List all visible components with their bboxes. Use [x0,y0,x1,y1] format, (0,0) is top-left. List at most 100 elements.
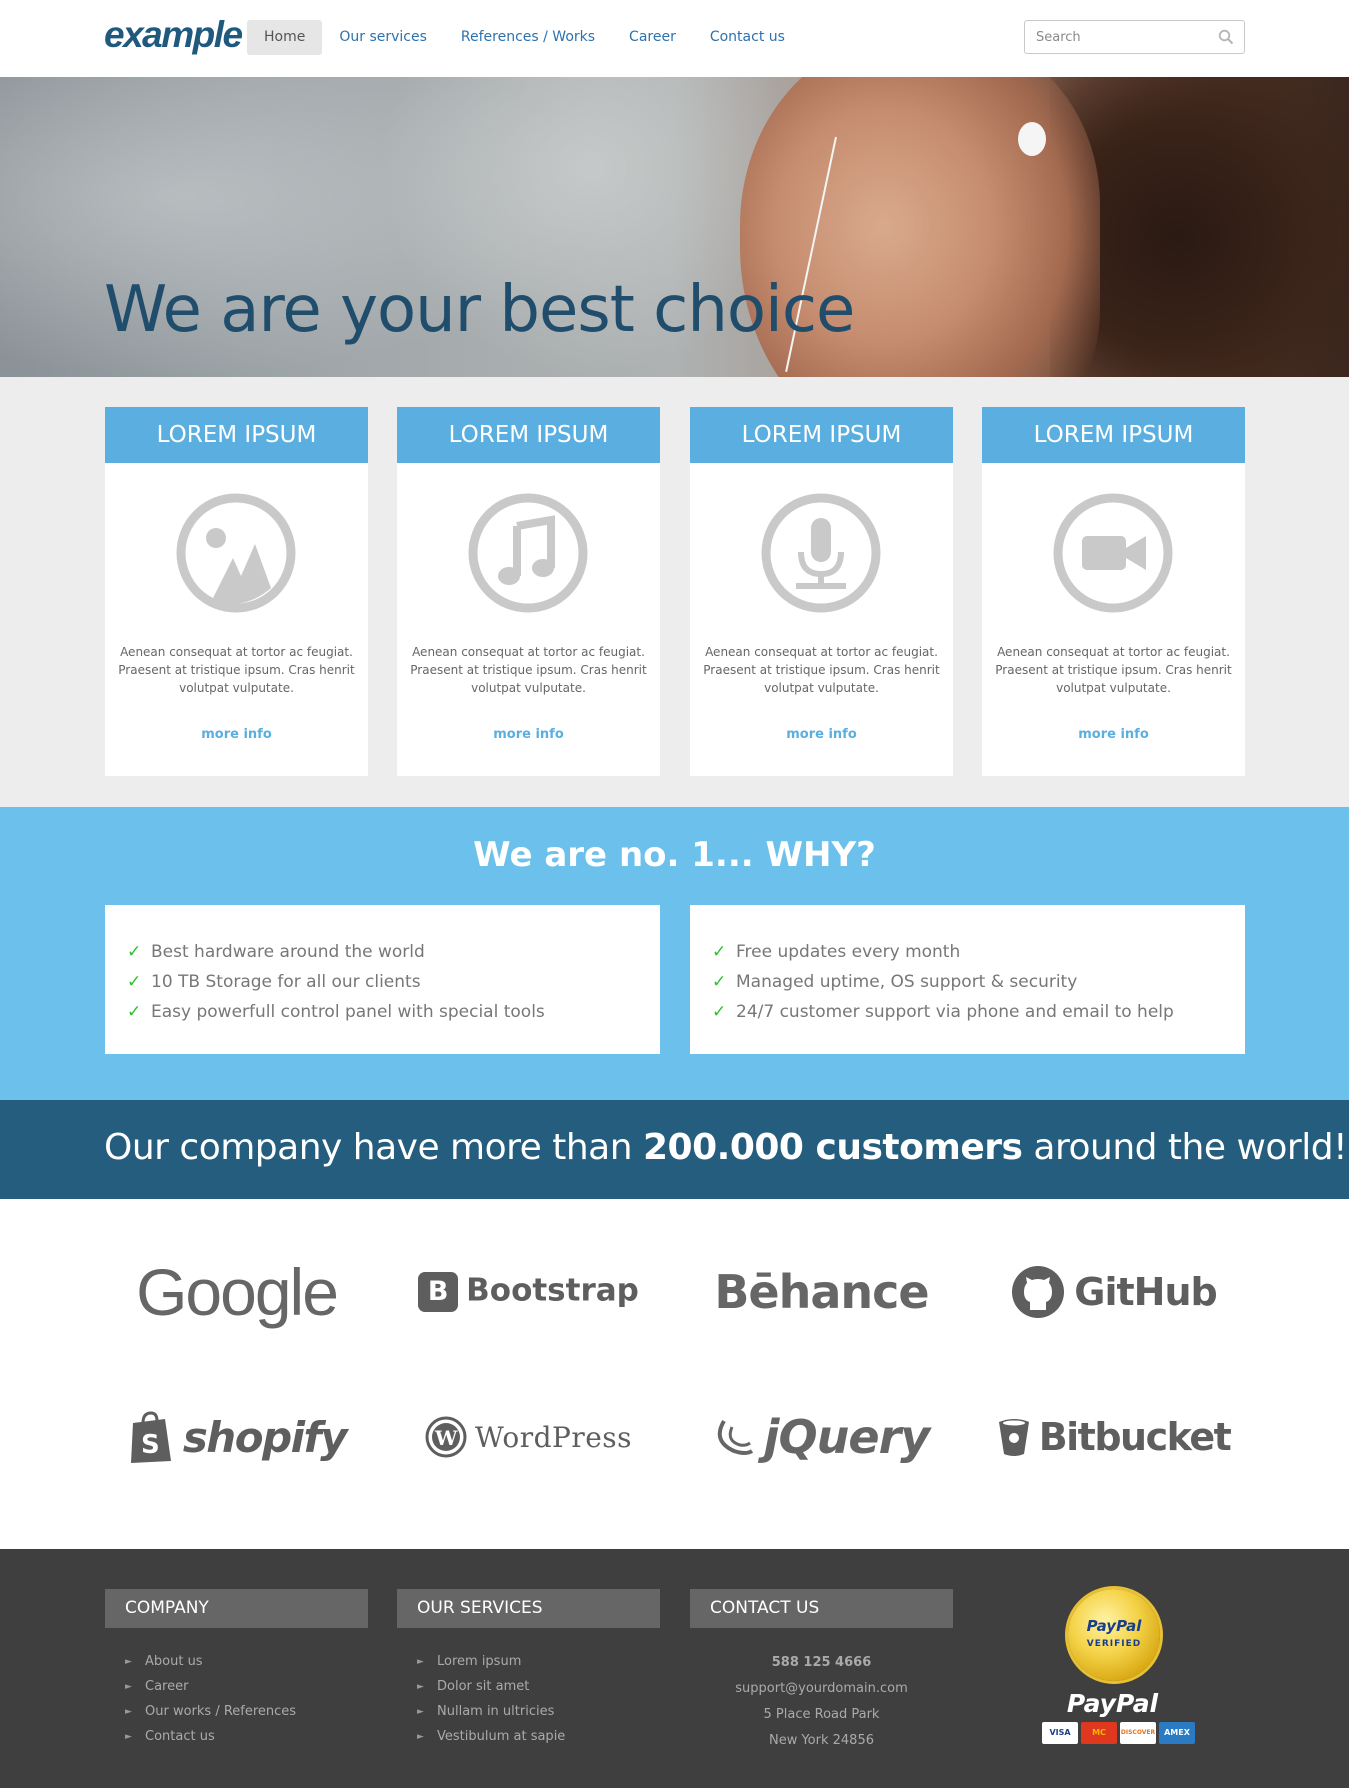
feature-card: LOREM IPSUM Aenean consequat at tortor a… [690,407,953,776]
bullet-arrow-icon: ► [125,1657,132,1667]
site-logo[interactable]: example [104,14,243,56]
nav-references-works[interactable]: References / Works [444,20,612,55]
wordpress-logo-text: WordPress [474,1420,633,1454]
google-logo: Google [105,1252,368,1332]
music-icon [468,493,588,613]
bullet-arrow-icon: ► [125,1682,132,1692]
footer-link-item: ► Dolor sit amet [417,1677,660,1702]
shopify-logo: S shopify [105,1397,368,1477]
bullet-arrow-icon: ► [417,1682,424,1692]
footer-link-item: ► About us [125,1652,368,1677]
banner-suffix: around the world! [1033,1127,1348,1168]
bootstrap-logo-text: Bootstrap [466,1272,639,1309]
footer-link-service[interactable]: Vestibulum at sapie [437,1727,565,1752]
jquery-swoosh-icon [717,1419,753,1455]
footer-services-title: OUR SERVICES [397,1589,660,1628]
client-logos: Google B Bootstrap Bēhance GitHub S shopi… [0,1199,1349,1549]
behance-logo: Bēhance [690,1252,953,1332]
check-icon: ✓ [127,972,142,992]
video-camera-icon [1053,493,1173,613]
footer-company-title: COMPANY [105,1589,368,1628]
search-box [1024,20,1245,54]
check-icon: ✓ [127,942,142,962]
site-footer: COMPANY ► About us ► Career ► Our works / R… [0,1549,1349,1788]
footer-contact: CONTACT US 588 125 4666 support@yourdoma… [690,1589,953,1754]
why-section: We are no. 1... WHY? ✓ Best hardware arou… [0,807,1349,1100]
footer-link-contact-us[interactable]: Contact us [145,1727,215,1752]
card-description: Aenean consequat at tortor ac feugiat. P… [118,645,355,695]
more-info-link[interactable]: more info [690,727,953,742]
footer-link-our-works[interactable]: Our works / References [145,1702,296,1727]
shopify-bag-icon: S [130,1411,171,1463]
behance-logo-text: Bēhance [714,1265,929,1319]
contact-address-line1: 5 Place Road Park [763,1707,880,1722]
nav-contact-us[interactable]: Contact us [693,20,802,55]
banner-text: Our company have more than 200.000 custo… [104,1127,1348,1168]
card-description: Aenean consequat at tortor ac feugiat. P… [410,645,647,695]
banner-prefix: Our company have more than [104,1127,633,1168]
site-header: example Home Our services References / W… [0,0,1349,77]
footer-link-item: ► Contact us [125,1727,368,1752]
footer-company-list: ► About us ► Career ► Our works / Reference… [105,1652,368,1752]
why-item-text: Managed uptime, OS support & security [736,972,1078,992]
jquery-logo-text: jQuery [763,1410,930,1464]
why-item-text: 10 TB Storage for all our clients [151,972,421,992]
why-title: We are no. 1... WHY? [0,835,1349,875]
footer-link-item: ► Lorem ipsum [417,1652,660,1677]
bullet-arrow-icon: ► [125,1707,132,1717]
check-icon: ✓ [712,1002,727,1022]
why-item-text: 24/7 customer support via phone and emai… [736,1002,1174,1022]
footer-link-service[interactable]: Nullam in ultricies [437,1702,554,1727]
bullet-arrow-icon: ► [417,1732,424,1742]
why-list-item: ✓ 10 TB Storage for all our clients [127,967,638,997]
why-title-strong: WHY? [765,835,876,875]
footer-contact-title: CONTACT US [690,1589,953,1628]
check-icon: ✓ [127,1002,142,1022]
card-title: LOREM IPSUM [105,407,368,463]
jquery-logo: jQuery [690,1397,953,1477]
feature-card: LOREM IPSUM Aenean consequat at tortor a… [105,407,368,776]
paypal-verified-badge[interactable]: PayPal VERIFIED PayPal VISA MC DISCOVER … [1040,1589,1195,1749]
nav-career[interactable]: Career [612,20,693,55]
hero-banner: We are your best choice [0,77,1349,377]
footer-company: COMPANY ► About us ► Career ► Our works / R… [105,1589,368,1752]
svg-text:W: W [434,1426,458,1450]
footer-link-service[interactable]: Lorem ipsum [437,1652,521,1677]
microphone-icon [761,493,881,613]
card-description: Aenean consequat at tortor ac feugiat. P… [703,645,940,695]
feature-card: LOREM IPSUM Aenean consequat at tortor a… [982,407,1245,776]
nav-our-services[interactable]: Our services [322,20,444,55]
why-item-text: Best hardware around the world [151,942,425,962]
more-info-link[interactable]: more info [105,727,368,742]
footer-link-service[interactable]: Dolor sit amet [437,1677,529,1702]
feature-card: LOREM IPSUM Aenean consequat at tortor a… [397,407,660,776]
footer-link-career[interactable]: Career [145,1677,188,1702]
check-icon: ✓ [712,972,727,992]
bullet-arrow-icon: ► [125,1732,132,1742]
card-title: LOREM IPSUM [690,407,953,463]
search-icon[interactable] [1218,29,1234,45]
more-info-link[interactable]: more info [982,727,1245,742]
footer-link-about-us[interactable]: About us [145,1652,203,1677]
footer-link-item: ► Our works / References [125,1702,368,1727]
bitbucket-logo: Bitbucket [982,1397,1245,1477]
main-nav: Home Our services References / Works Car… [247,20,802,55]
why-list-right: ✓ Free updates every month ✓ Managed uptim… [690,905,1245,1054]
contact-address-line2: New York 24856 [768,1733,874,1748]
bitbucket-icon [998,1419,1029,1456]
why-list-left: ✓ Best hardware around the world ✓ 10 TB S… [105,905,660,1054]
more-info-link[interactable]: more info [397,727,660,742]
search-input[interactable] [1025,21,1205,53]
card-description: Aenean consequat at tortor ac feugiat. P… [995,645,1232,695]
card-title: LOREM IPSUM [397,407,660,463]
footer-link-item: ► Vestibulum at sapie [417,1727,660,1752]
customers-banner: Our company have more than 200.000 custo… [0,1100,1349,1199]
nav-home[interactable]: Home [247,20,323,55]
payment-cards: VISA MC DISCOVER AMEX [1042,1722,1195,1744]
hero-photo-earbud [1018,122,1046,156]
image-icon [176,493,296,613]
why-list-item: ✓ Easy powerfull control panel with speci… [127,997,638,1027]
contact-email[interactable]: support@yourdomain.com [690,1676,953,1702]
why-title-prefix: We are no. 1... [473,835,754,875]
wordpress-logo: W WordPress [397,1397,660,1477]
